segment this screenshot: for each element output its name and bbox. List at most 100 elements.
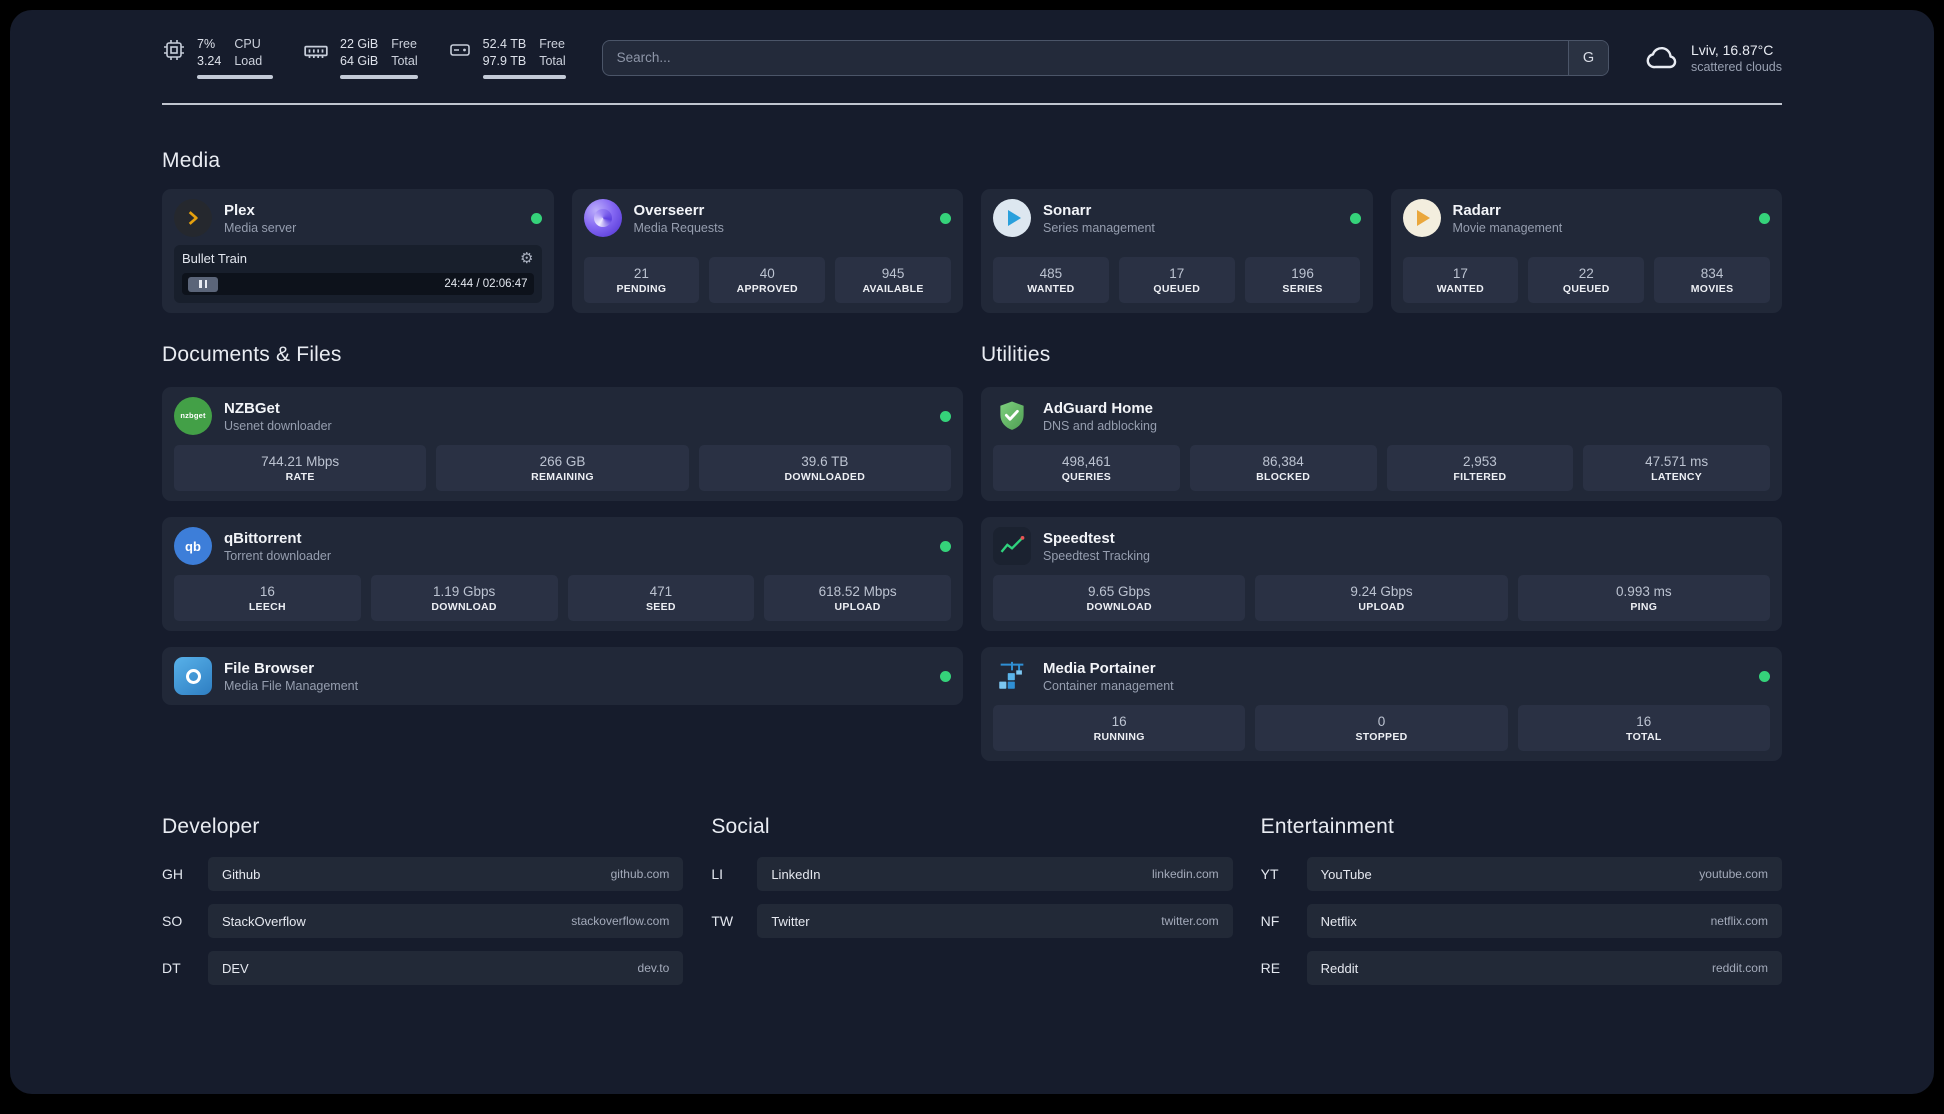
section-title-developer: Developer (162, 815, 260, 838)
bookmark-domain: github.com (610, 867, 670, 881)
stat-label: WANTED (1027, 282, 1075, 295)
stat-value: 9.24 Gbps (1350, 583, 1413, 599)
bookmark-reddit[interactable]: RE Reddit reddit.com (1261, 951, 1782, 985)
bookmark-abbr: TW (711, 913, 734, 929)
bookmark-domain: netflix.com (1710, 914, 1768, 928)
stat-value: 2,953 (1462, 453, 1497, 469)
stat-value: 196 (1291, 265, 1314, 281)
bookmark-name: DEV (222, 960, 249, 976)
bookmark-abbr: NF (1260, 913, 1280, 929)
status-dot (940, 540, 951, 552)
qbittorrent-icon-text: qb (185, 538, 201, 554)
bookmark-domain: stackoverflow.com (571, 914, 670, 928)
bookmark-abbr: DT (162, 960, 181, 976)
bookmark-github[interactable]: GH Github github.com (162, 857, 684, 891)
stat-value: 485 (1039, 265, 1063, 281)
section-title-media: Media (162, 149, 221, 172)
bookmark-youtube[interactable]: YT YouTube youtube.com (1261, 857, 1782, 891)
bookmark-stackoverflow[interactable]: SO StackOverflow stackoverflow.com (162, 904, 684, 938)
portainer-icon (993, 657, 1031, 695)
status-dot (1759, 212, 1770, 224)
service-card-qbittorrent[interactable]: qb qBittorrent Torrent downloader 16 LEE… (162, 517, 963, 631)
memory-icon (303, 38, 329, 64)
search-engine-button[interactable]: G (1567, 40, 1608, 75)
stat-tile: 86,384 BLOCKED (1189, 445, 1377, 491)
stat-label: DOWNLOADED (784, 470, 866, 483)
service-card-plex[interactable]: Plex Media server Bullet Train ⚙ 24:44 /… (162, 189, 554, 313)
status-dot (940, 670, 951, 682)
gear-icon[interactable]: ⚙ (520, 251, 533, 266)
stat-label: DOWNLOAD (431, 600, 497, 613)
service-card-filebrowser[interactable]: File Browser Media File Management (162, 647, 963, 705)
bookmark-domain: twitter.com (1161, 914, 1219, 928)
service-description: Series management (1043, 220, 1155, 235)
service-description: Speedtest Tracking (1043, 548, 1151, 563)
service-card-sonarr[interactable]: Sonarr Series management 485 WANTED 17 Q… (981, 189, 1373, 313)
stat-label: REMAINING (531, 470, 594, 483)
bookmarks-social: Social LI LinkedIn linkedin.com TW Twitt… (711, 815, 1233, 951)
disk-free-value: 52.4 TB (482, 37, 527, 51)
stat-value: 945 (881, 265, 905, 281)
service-description: Container management (1043, 678, 1174, 693)
cpu-percent: 7% (197, 37, 216, 51)
disk-widget: 52.4 TB 97.9 TB Free Total (448, 36, 566, 79)
bookmark-name: LinkedIn (771, 866, 821, 882)
bookmarks-developer: Developer GH Github github.com SO StackO… (162, 815, 684, 998)
search-bar: G (601, 39, 1609, 76)
service-card-nzbget[interactable]: nzbget NZBGet Usenet downloader 744.21 M… (162, 387, 963, 501)
stat-label: QUEUED (1153, 282, 1201, 295)
service-card-radarr[interactable]: Radarr Movie management 17 WANTED 22 QUE… (1390, 189, 1782, 313)
service-description: Media File Management (224, 678, 359, 693)
nzbget-icon-text: nzbget (180, 411, 206, 421)
bookmark-twitter[interactable]: TW Twitter twitter.com (711, 904, 1233, 938)
service-description: Movie management (1452, 220, 1563, 235)
stat-label: SERIES (1282, 282, 1323, 295)
service-name: Overseerr (633, 201, 705, 219)
memory-free-label: Free (391, 37, 417, 51)
plex-now-playing: Bullet Train ⚙ 24:44 / 02:06:47 (174, 245, 542, 303)
service-name: Plex (224, 201, 255, 219)
service-name: qBittorrent (224, 529, 302, 547)
service-name: NZBGet (224, 399, 280, 417)
stat-tile: 266 GB REMAINING (436, 445, 689, 491)
stat-label: STOPPED (1355, 730, 1408, 743)
plex-icon (174, 199, 212, 237)
cpu-usage-bar (197, 75, 273, 79)
section-title-utilities: Utilities (981, 343, 1051, 366)
stat-label: RUNNING (1093, 730, 1145, 743)
stat-label: AVAILABLE (862, 282, 924, 295)
search-input[interactable] (602, 40, 1568, 75)
bookmark-domain: youtube.com (1699, 867, 1768, 881)
status-dot (940, 212, 951, 224)
bookmark-dev[interactable]: DT DEV dev.to (162, 951, 684, 985)
stat-tile: 22 QUEUED (1528, 257, 1645, 303)
utilities-column: Utilities AdGuard Home DNS and adblockin… (981, 343, 1782, 761)
now-playing-title: Bullet Train (182, 251, 248, 266)
bookmark-linkedin[interactable]: LI LinkedIn linkedin.com (711, 857, 1233, 891)
top-bar: 7% 3.24 CPU Load 22 GiB 64 GiB Free Tota… (162, 10, 1782, 79)
cpu-widget: 7% 3.24 CPU Load (162, 36, 273, 79)
bookmark-abbr: RE (1260, 960, 1281, 976)
stat-label: DOWNLOAD (1086, 600, 1152, 613)
service-card-adguard[interactable]: AdGuard Home DNS and adblocking 498,461 … (981, 387, 1782, 501)
memory-free-value: 22 GiB (340, 37, 379, 51)
stat-tile: 485 WANTED (993, 257, 1109, 303)
weather-condition: scattered clouds (1690, 59, 1782, 74)
system-stats: 7% 3.24 CPU Load 22 GiB 64 GiB Free Tota… (162, 36, 566, 79)
stat-value: 16 (1111, 713, 1127, 729)
bookmark-name: Reddit (1320, 960, 1359, 976)
stat-label: MOVIES (1690, 282, 1734, 295)
playback-progress-bar[interactable]: 24:44 / 02:06:47 (182, 273, 534, 295)
service-card-speedtest[interactable]: Speedtest Speedtest Tracking 9.65 Gbps D… (981, 517, 1782, 631)
pause-button[interactable] (188, 276, 218, 292)
stat-value: 618.52 Mbps (818, 583, 897, 599)
bookmark-abbr: SO (162, 913, 183, 929)
bookmark-domain: reddit.com (1711, 961, 1768, 975)
bookmark-domain: dev.to (637, 961, 670, 975)
service-card-overseerr[interactable]: Overseerr Media Requests 21 PENDING 40 A… (571, 189, 963, 313)
stat-label: TOTAL (1626, 730, 1662, 743)
bookmark-name: Netflix (1320, 913, 1357, 929)
bookmark-netflix[interactable]: NF Netflix netflix.com (1261, 904, 1782, 938)
stat-value: 498,461 (1061, 453, 1111, 469)
service-card-portainer[interactable]: Media Portainer Container management 16 … (981, 647, 1782, 761)
